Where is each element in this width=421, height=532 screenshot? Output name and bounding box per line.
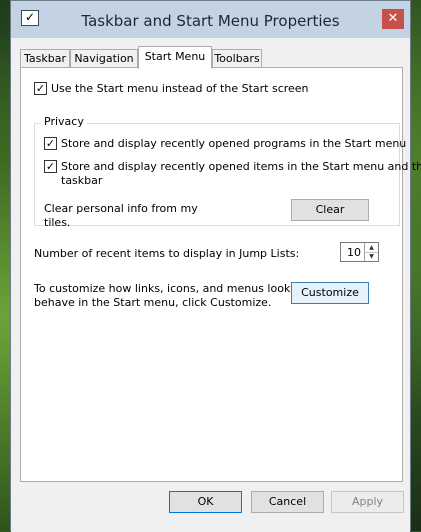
- store-programs-checkbox[interactable]: ✓: [44, 137, 57, 150]
- properties-window: ✓ Taskbar and Start Menu Properties ✕ Ta…: [10, 0, 421, 532]
- customize-text-line2: behave in the Start menu, click Customiz…: [34, 296, 272, 309]
- customize-text-line1: To customize how links, icons, and menus…: [34, 282, 315, 295]
- tab-navigation[interactable]: Navigation: [70, 49, 138, 68]
- apply-button[interactable]: Apply: [331, 491, 404, 513]
- spinner-arrows: ▲ ▼: [364, 243, 378, 261]
- use-start-menu-checkbox[interactable]: ✓: [34, 82, 47, 95]
- clear-button[interactable]: Clear: [291, 199, 369, 221]
- store-items-label-line1: Store and display recently opened items …: [61, 160, 421, 173]
- jump-lists-label: Number of recent items to display in Jum…: [34, 247, 300, 260]
- close-button[interactable]: ✕: [382, 9, 404, 29]
- jump-lists-value[interactable]: 10: [347, 246, 361, 259]
- check-icon: ✓: [35, 82, 46, 95]
- store-items-checkbox[interactable]: ✓: [44, 160, 57, 173]
- close-icon: ✕: [387, 11, 399, 26]
- check-icon: ✓: [45, 160, 56, 173]
- spin-down-icon[interactable]: ▼: [365, 252, 378, 261]
- clear-info-text-line1: Clear personal info from my: [44, 202, 198, 215]
- jump-lists-spinner[interactable]: 10 ▲ ▼: [340, 242, 379, 262]
- check-icon: ✓: [45, 137, 56, 150]
- use-start-menu-label: Use the Start menu instead of the Start …: [51, 82, 309, 95]
- cancel-button[interactable]: Cancel: [251, 491, 324, 513]
- window-title: Taskbar and Start Menu Properties: [81, 12, 340, 30]
- privacy-legend: Privacy: [41, 115, 87, 128]
- tab-toolbars[interactable]: Toolbars: [212, 49, 262, 68]
- tab-taskbar[interactable]: Taskbar: [20, 49, 70, 68]
- title-bar[interactable]: ✓ Taskbar and Start Menu Properties ✕: [11, 1, 410, 38]
- store-items-label-line2: taskbar: [61, 174, 103, 187]
- tab-start-menu[interactable]: Start Menu: [138, 46, 212, 69]
- clear-info-text-line2: tiles.: [44, 216, 71, 229]
- ok-button[interactable]: OK: [169, 491, 242, 513]
- customize-button[interactable]: Customize: [291, 282, 369, 304]
- store-programs-label: Store and display recently opened progra…: [61, 137, 407, 150]
